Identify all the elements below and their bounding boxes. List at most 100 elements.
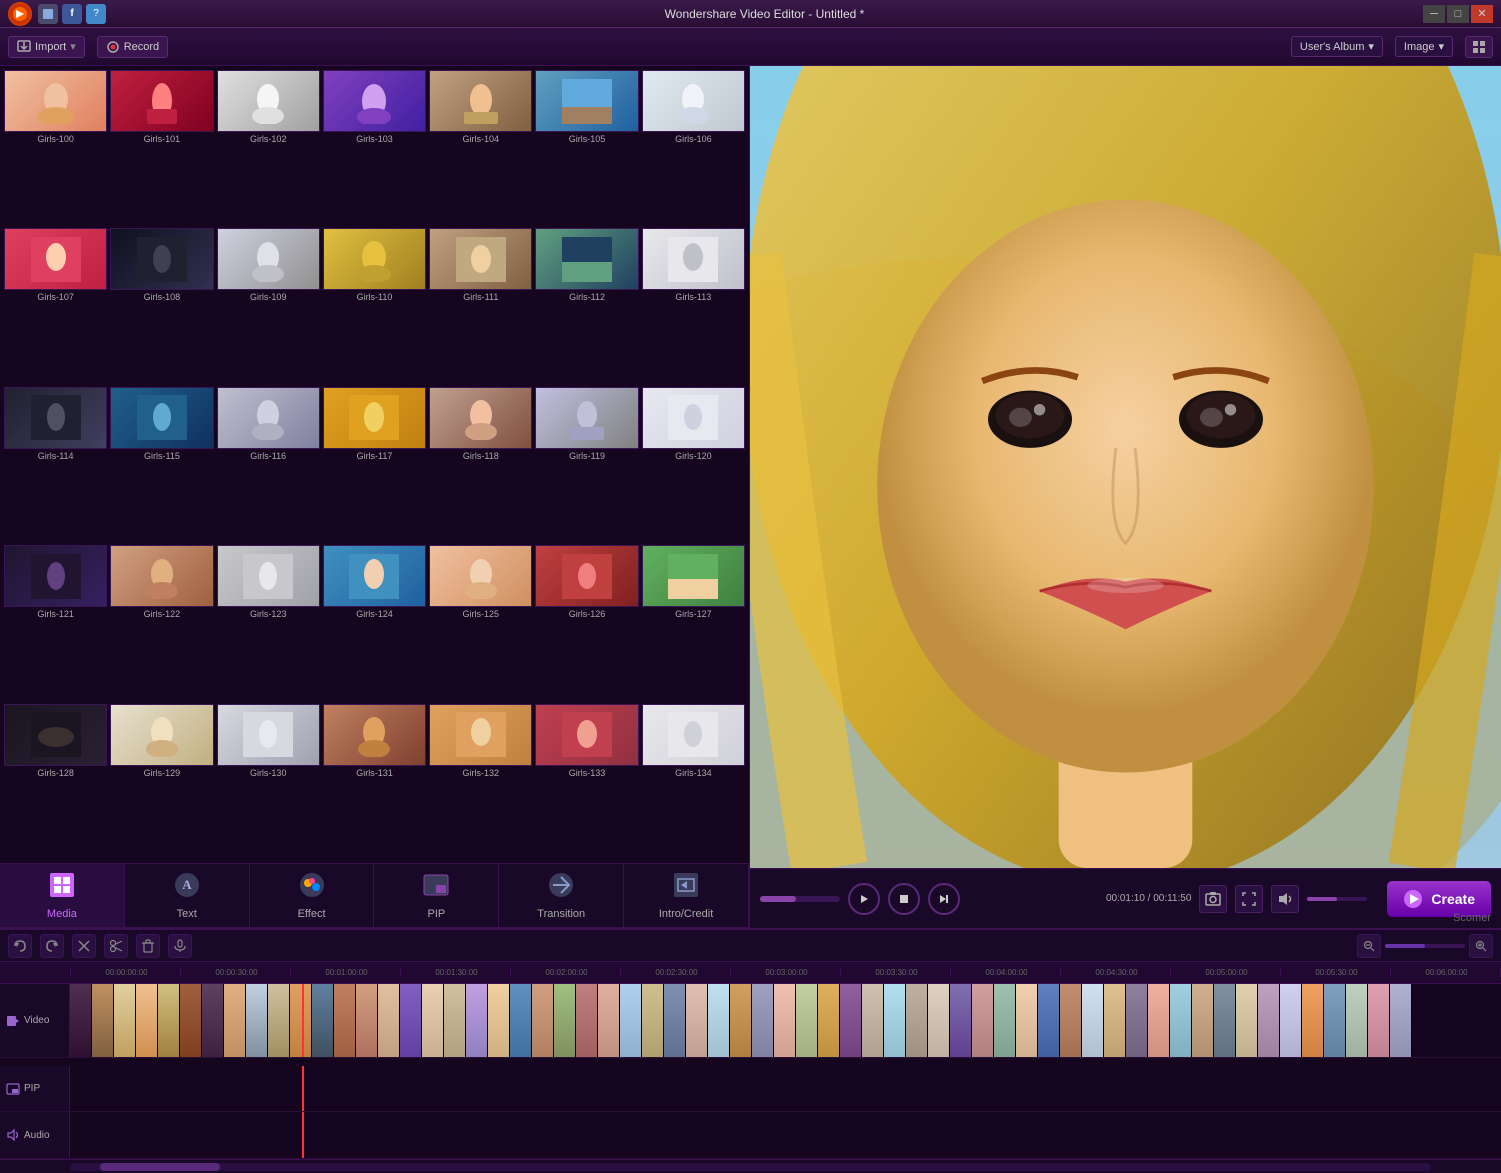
grid-view-button[interactable] <box>1465 36 1493 58</box>
list-item[interactable]: Girls-123 <box>217 545 320 700</box>
preview-controls: 00:01:10 / 00:11:50 Create <box>750 868 1501 928</box>
tab-intro[interactable]: Intro/Credit <box>624 864 749 927</box>
record-audio-button[interactable] <box>168 934 192 958</box>
list-item[interactable]: Girls-132 <box>429 704 532 859</box>
next-frame-button[interactable] <box>928 883 960 915</box>
media-thumbnail <box>217 228 320 290</box>
volume-slider[interactable] <box>1307 897 1367 901</box>
list-item[interactable]: Girls-130 <box>217 704 320 859</box>
list-item[interactable]: Girls-103 <box>323 70 426 225</box>
media-thumbnail <box>429 70 532 132</box>
help-icon[interactable]: ? <box>86 4 106 24</box>
media-label: Girls-111 <box>463 292 498 302</box>
video-track-content[interactable] <box>70 984 1501 1057</box>
media-thumbnail <box>110 545 213 607</box>
timeline-scroll-track[interactable] <box>70 1163 1431 1171</box>
list-item[interactable]: Girls-117 <box>323 387 426 542</box>
list-item[interactable]: Girls-127 <box>642 545 745 700</box>
list-item[interactable]: Girls-113 <box>642 228 745 383</box>
tab-effect[interactable]: Effect <box>250 864 375 927</box>
titlebar-app-icons: f ? <box>38 4 106 24</box>
tab-media[interactable]: Media <box>0 864 125 927</box>
facebook-icon[interactable]: f <box>62 4 82 24</box>
media-label: Girls-127 <box>675 609 712 619</box>
video-frames <box>70 984 1501 1057</box>
media-thumbnail <box>323 70 426 132</box>
list-item[interactable]: Girls-111 <box>429 228 532 383</box>
maximize-button[interactable]: □ <box>1447 5 1469 23</box>
list-item[interactable]: Girls-118 <box>429 387 532 542</box>
media-label: Girls-107 <box>37 292 74 302</box>
close-button[interactable]: ✕ <box>1471 5 1493 23</box>
media-label: Girls-109 <box>250 292 287 302</box>
import-label: Import <box>35 41 66 53</box>
zoom-slider[interactable] <box>1385 944 1465 948</box>
media-label: Girls-115 <box>144 451 180 461</box>
scissors-button[interactable] <box>104 934 128 958</box>
volume-button[interactable] <box>1271 885 1299 913</box>
volume-progress[interactable] <box>760 896 840 902</box>
tab-transition[interactable]: Transition <box>499 864 624 927</box>
titlebar-left: f ? <box>8 2 106 26</box>
media-type-value: Image <box>1404 41 1435 53</box>
ruler-mark: 00:01:30:00 <box>400 968 510 977</box>
media-type-dropdown[interactable]: Image ▾ <box>1395 36 1453 57</box>
list-item[interactable]: Girls-107 <box>4 228 107 383</box>
fullscreen-button[interactable] <box>1235 885 1263 913</box>
list-item[interactable]: Girls-131 <box>323 704 426 859</box>
list-item[interactable]: Girls-105 <box>535 70 638 225</box>
list-item[interactable]: Girls-124 <box>323 545 426 700</box>
list-item[interactable]: Girls-106 <box>642 70 745 225</box>
snapshot-button[interactable] <box>1199 885 1227 913</box>
list-item[interactable]: Girls-134 <box>642 704 745 859</box>
tab-pip[interactable]: PIP <box>374 864 499 927</box>
import-button[interactable]: Import ▾ <box>8 36 85 58</box>
zoom-out-button[interactable] <box>1357 934 1381 958</box>
right-panel: 00:01:10 / 00:11:50 Create <box>750 66 1501 928</box>
tab-text[interactable]: A Text <box>125 864 250 927</box>
list-item[interactable]: Girls-120 <box>642 387 745 542</box>
list-item[interactable]: Girls-126 <box>535 545 638 700</box>
undo-button[interactable] <box>8 934 32 958</box>
media-label: Girls-132 <box>463 768 500 778</box>
stop-button[interactable] <box>888 883 920 915</box>
delete-button[interactable] <box>136 934 160 958</box>
media-label: Girls-110 <box>357 292 393 302</box>
list-item[interactable]: Girls-122 <box>110 545 213 700</box>
list-item[interactable]: Girls-102 <box>217 70 320 225</box>
timeline-scroll-thumb[interactable] <box>100 1163 220 1171</box>
audio-track-content[interactable] <box>70 1112 1501 1158</box>
list-item[interactable]: Girls-121 <box>4 545 107 700</box>
list-item[interactable]: Girls-115 <box>110 387 213 542</box>
list-item[interactable]: Girls-108 <box>110 228 213 383</box>
list-item[interactable]: Girls-104 <box>429 70 532 225</box>
list-item[interactable]: Girls-110 <box>323 228 426 383</box>
list-item[interactable]: Girls-128 <box>4 704 107 859</box>
list-item[interactable]: Girls-129 <box>110 704 213 859</box>
grid-icon <box>1472 40 1486 54</box>
list-item[interactable]: Girls-114 <box>4 387 107 542</box>
media-label: Girls-102 <box>250 134 287 144</box>
zoom-in-button[interactable] <box>1469 934 1493 958</box>
media-thumbnail <box>110 228 213 290</box>
list-item[interactable]: Girls-116 <box>217 387 320 542</box>
list-item[interactable]: Girls-101 <box>110 70 213 225</box>
pip-track-label: PIP <box>0 1066 70 1112</box>
record-button[interactable]: Record <box>97 36 168 58</box>
pip-track-content[interactable] <box>70 1066 1501 1112</box>
list-item[interactable]: Girls-100 <box>4 70 107 225</box>
list-item[interactable]: Girls-112 <box>535 228 638 383</box>
media-thumbnail <box>535 704 638 766</box>
list-item[interactable]: Girls-109 <box>217 228 320 383</box>
cut-tool-button[interactable] <box>72 934 96 958</box>
list-item[interactable]: Girls-133 <box>535 704 638 859</box>
album-dropdown[interactable]: User's Album ▾ <box>1291 36 1383 57</box>
video-track: Video <box>0 984 1501 1058</box>
play-button[interactable] <box>848 883 880 915</box>
redo-button[interactable] <box>40 934 64 958</box>
list-item[interactable]: Girls-125 <box>429 545 532 700</box>
list-item[interactable]: Girls-119 <box>535 387 638 542</box>
left-panel: Girls-100 Girls-101 Girls-102 <box>0 66 750 928</box>
ruler-mark: 00:02:30:00 <box>620 968 730 977</box>
minimize-button[interactable]: ─ <box>1423 5 1445 23</box>
